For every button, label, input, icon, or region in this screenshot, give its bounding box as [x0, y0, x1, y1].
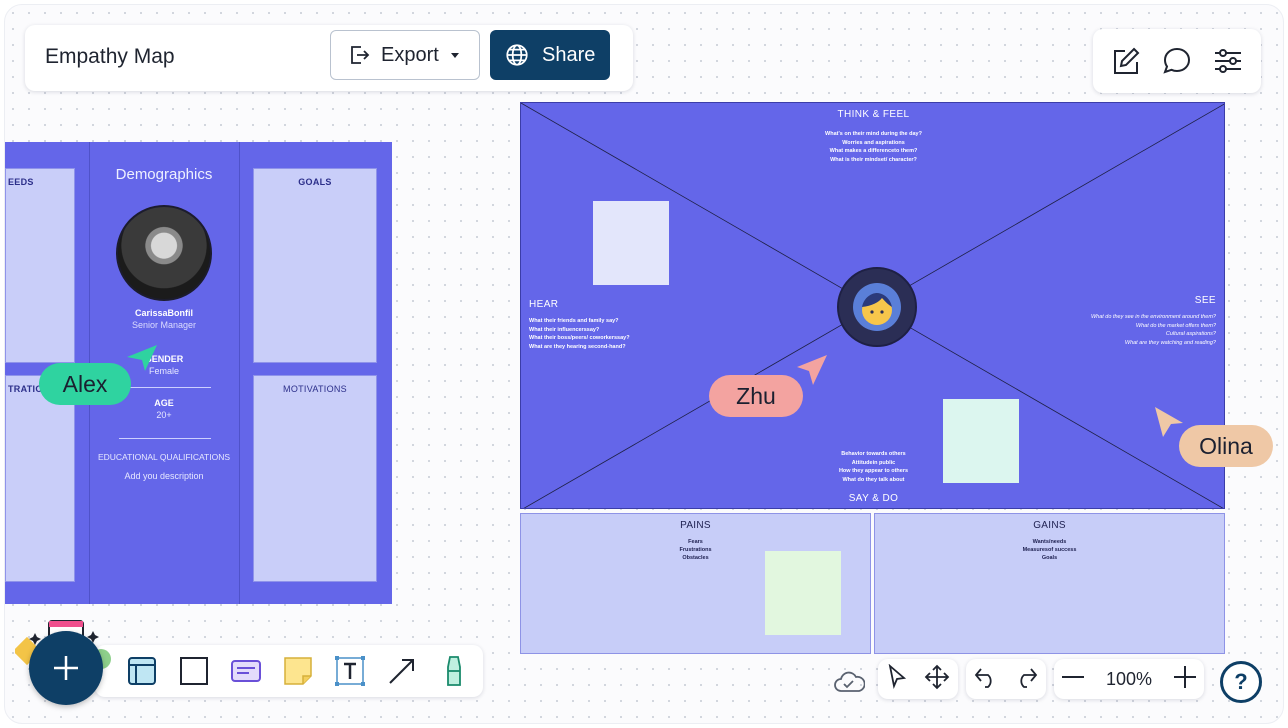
pointer-icon[interactable]	[886, 663, 908, 695]
goals-label: GOALS	[298, 177, 332, 187]
gains-title: GAINS	[1033, 520, 1066, 531]
think-feel-title: THINK & FEEL	[837, 109, 910, 120]
prompt-line: Behavior towards others	[841, 451, 906, 457]
collaborator-tag-olina: Olina	[1179, 425, 1273, 467]
cursor-pointer-icon	[797, 355, 827, 385]
hear-title: HEAR	[529, 299, 559, 310]
frustrations-card[interactable]: TRATIO	[5, 375, 75, 582]
chevron-down-icon	[450, 53, 459, 58]
sticky-note[interactable]	[943, 399, 1019, 483]
column-divider	[239, 142, 240, 604]
comment-icon[interactable]	[1159, 43, 1195, 79]
prompt-line: What their influencerssay?	[529, 326, 600, 333]
demographics-title: Demographics	[115, 166, 213, 183]
prompt-line: What do they talk about	[842, 476, 905, 483]
zoom-out-icon[interactable]	[1060, 664, 1086, 695]
needs-label: EEDS	[8, 177, 34, 187]
prompt-line: What do the market offers them?	[1135, 322, 1216, 329]
prompt-line: Goals	[1041, 555, 1058, 561]
prompt-line: Fears	[688, 539, 703, 545]
cursor-pointer-icon	[127, 345, 157, 371]
sticky-note[interactable]	[765, 551, 841, 635]
sticky-note-icon[interactable]	[281, 654, 315, 688]
education-label: EDUCATIONAL QUALIFICATIONS	[97, 452, 231, 462]
arrow-icon[interactable]	[385, 654, 419, 688]
settings-sliders-icon[interactable]	[1210, 43, 1246, 79]
plus-icon	[54, 656, 78, 680]
zoom-level[interactable]: 100%	[1099, 669, 1159, 690]
pains-card[interactable]: PAINS Fears Frustrations Obstacles	[520, 513, 871, 654]
education-value: Add you description	[124, 471, 204, 481]
think-feel-prompts: What's on their mind during the day? Wor…	[521, 130, 1224, 164]
persona-name: CarissaBonfil	[134, 308, 194, 318]
prompt-line: What's on their mind during the day?	[825, 131, 922, 137]
cursor-pointer-icon	[1155, 407, 1183, 437]
marker-icon[interactable]	[437, 654, 471, 688]
divider	[119, 438, 211, 439]
collaborator-tag-alex: Alex	[39, 363, 131, 405]
rectangle-icon[interactable]	[177, 654, 211, 688]
question-mark-icon: ?	[1234, 669, 1248, 694]
prompt-line: What makes a differenceto them?	[829, 148, 918, 154]
persona-center-badge	[837, 267, 917, 347]
prompt-line: What their friends and family say?	[529, 318, 619, 324]
cloud-sync-icon	[833, 669, 866, 700]
top-tools-panel	[1093, 29, 1261, 93]
see-prompts: What do they see in the environment arou…	[1091, 313, 1216, 347]
export-label: Export	[381, 43, 439, 66]
add-button[interactable]	[29, 631, 103, 705]
avatar[interactable]	[116, 205, 212, 301]
prompt-line: Worries and aspirations	[842, 139, 905, 146]
goals-card[interactable]: GOALS	[253, 168, 377, 363]
header-panel: Empathy Map Export Share	[25, 25, 633, 91]
history-panel	[966, 659, 1046, 699]
whiteboard-canvas[interactable]: Empathy Map Export Share EEDS TRATIO Dem…	[4, 4, 1284, 724]
share-button[interactable]: Share	[490, 30, 610, 80]
prompt-line: What do they see in the environment arou…	[1090, 314, 1216, 320]
globe-icon	[506, 44, 528, 66]
export-button[interactable]: Export	[330, 30, 480, 80]
frame-icon[interactable]	[125, 654, 159, 688]
undo-icon[interactable]	[973, 665, 999, 694]
motivations-card[interactable]: MOTIVATIONS	[253, 375, 377, 582]
say-do-prompts: Behavior towards others Attitudein publi…	[521, 450, 1224, 484]
export-icon	[351, 46, 370, 64]
prompt-line: What are they hearing second-hand?	[529, 343, 626, 350]
prompt-line: Attitudein public	[851, 459, 896, 466]
pains-title: PAINS	[680, 520, 711, 531]
gains-card[interactable]: GAINS Wants/needs Measuresof success Goa…	[874, 513, 1225, 654]
edit-icon[interactable]	[1108, 43, 1144, 79]
prompt-line: Wants/needs	[1032, 539, 1067, 545]
divider	[119, 387, 211, 388]
prompt-line: Cultural aspirations?	[1165, 331, 1216, 337]
text-icon[interactable]	[333, 654, 367, 688]
gains-prompts: Wants/needs Measuresof success Goals	[875, 538, 1224, 562]
select-tools-panel	[878, 659, 958, 699]
needs-card[interactable]: EEDS	[5, 168, 75, 363]
shapes-toolbar	[95, 645, 483, 697]
prompt-line: How they appear to others	[838, 468, 909, 474]
age-value: 20+	[156, 410, 172, 420]
persona-role: Senior Manager	[131, 320, 197, 330]
empathy-map[interactable]: THINK & FEEL What's on their mind during…	[520, 102, 1225, 509]
zoom-in-icon[interactable]	[1172, 664, 1198, 695]
prompt-line: Measuresof success	[1022, 547, 1077, 553]
prompt-line: What is their mindset/ character?	[830, 156, 917, 163]
prompt-line: What are they watching and reading?	[1124, 339, 1216, 346]
face-icon	[853, 283, 901, 331]
share-label: Share	[542, 43, 596, 66]
sticky-note[interactable]	[593, 201, 669, 285]
redo-icon[interactable]	[1013, 665, 1039, 694]
see-title: SEE	[1194, 295, 1216, 306]
zoom-panel: 100%	[1054, 659, 1204, 699]
say-do-title: SAY & DO	[848, 493, 899, 504]
motivations-label: MOTIVATIONS	[283, 384, 347, 394]
collaborator-tag-zhu: Zhu	[709, 375, 803, 417]
card-icon[interactable]	[229, 654, 263, 688]
prompt-line: What their boss/peers/ coworkerssay?	[529, 335, 630, 341]
document-title[interactable]: Empathy Map	[45, 45, 175, 69]
hear-prompts: What their friends and family say? What …	[529, 317, 630, 351]
pan-icon[interactable]	[923, 663, 951, 696]
help-button[interactable]: ?	[1220, 661, 1262, 703]
